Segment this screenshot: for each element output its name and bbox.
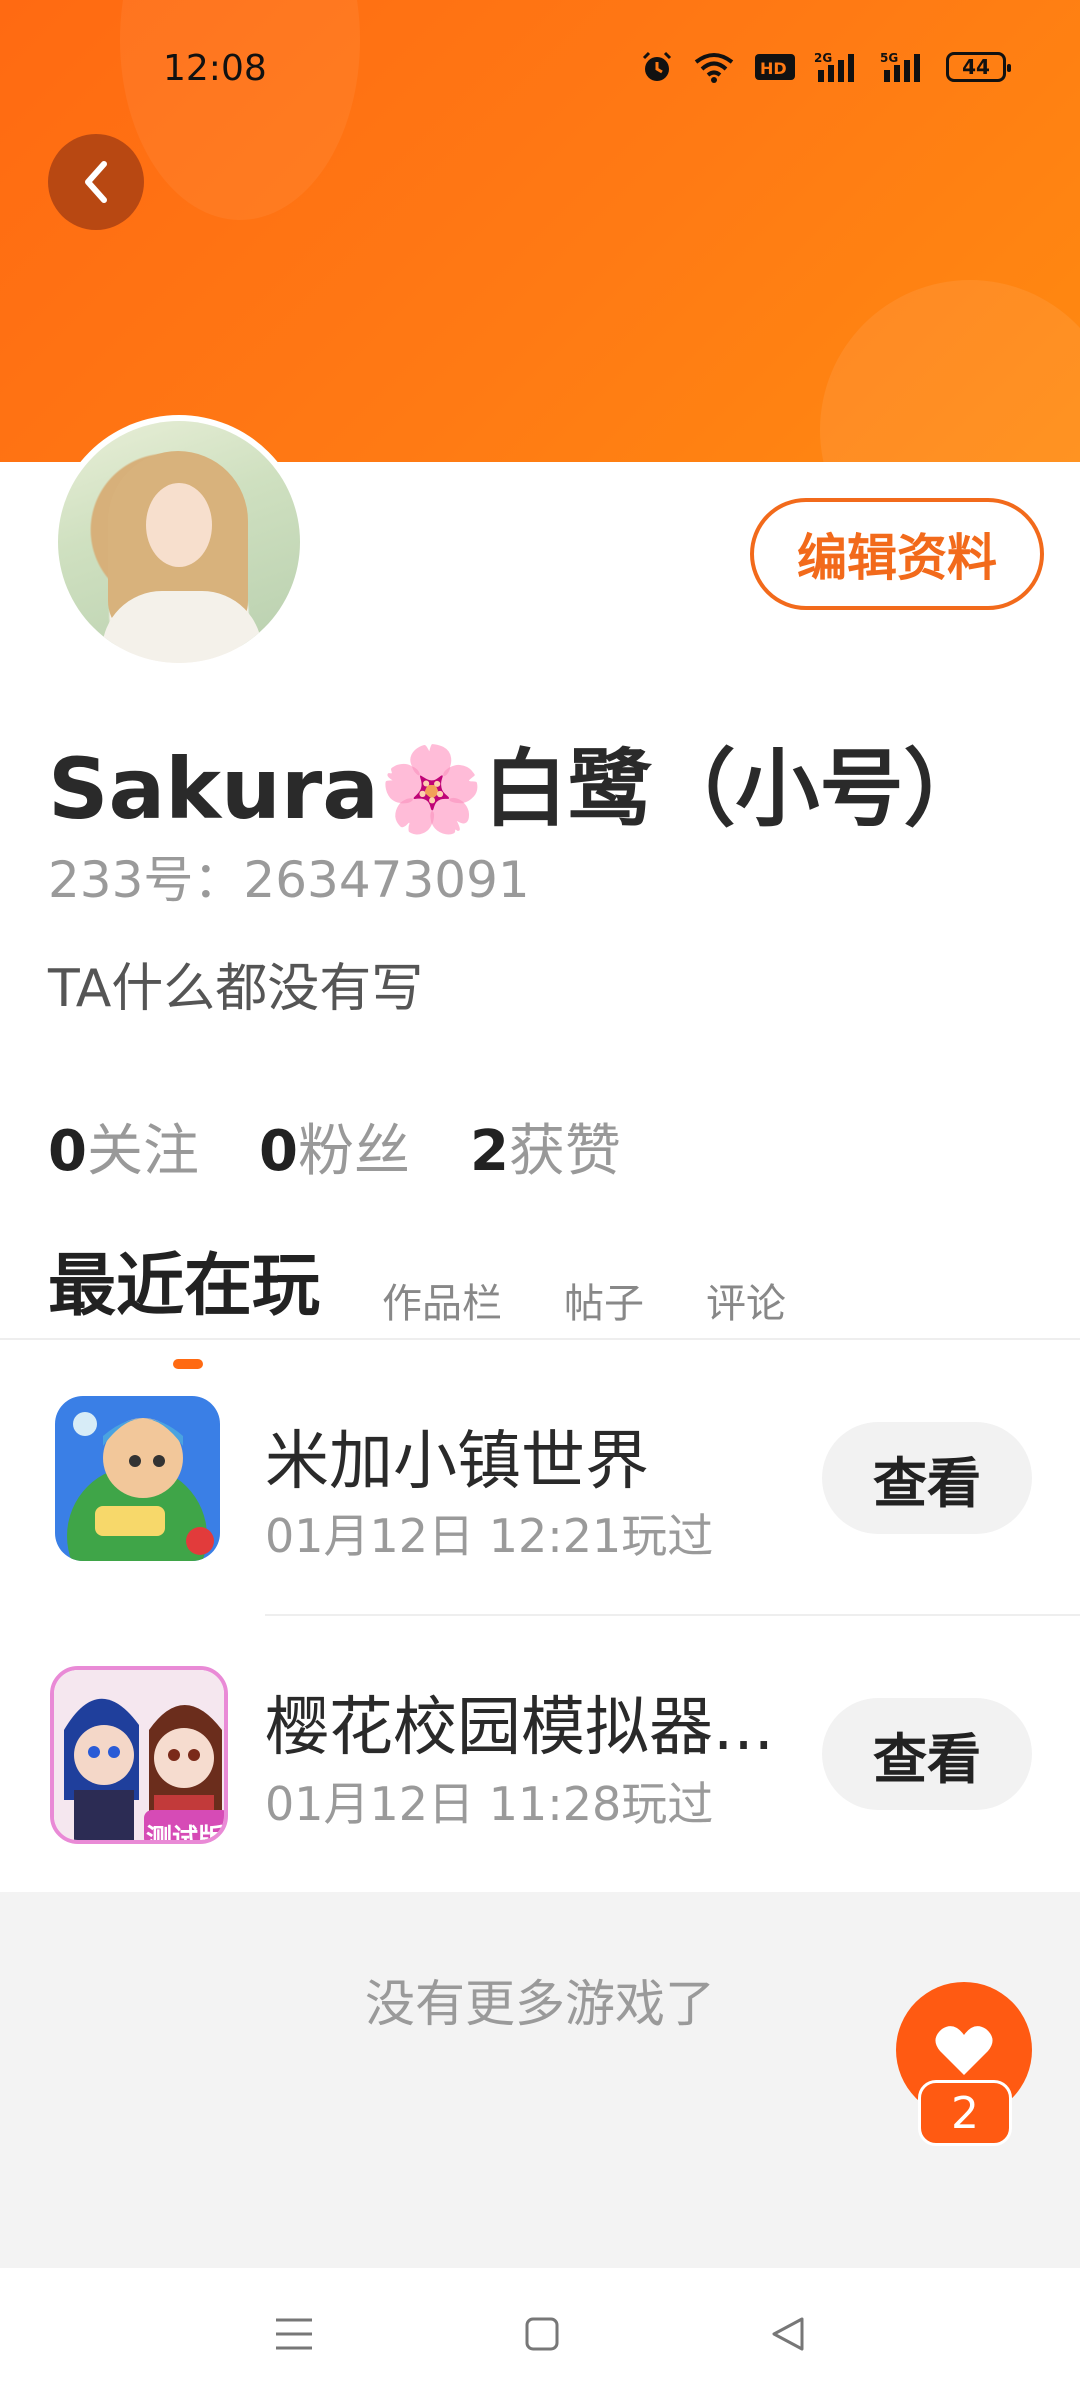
alarm-icon [642, 51, 672, 81]
divider [265, 1614, 1080, 1616]
back-triangle-icon[interactable] [770, 2315, 806, 2353]
following-label: 关注 [86, 1119, 199, 1184]
signal-2g-icon: 2G [814, 51, 854, 82]
toca-world-icon [55, 1396, 220, 1561]
view-button[interactable]: 查看 [822, 1698, 1032, 1810]
stat-likes[interactable]: 2获赞 [470, 1106, 621, 1187]
avatar-image [58, 421, 300, 663]
game-title: 樱花校园模拟器... [265, 1691, 775, 1765]
system-nav-bar [0, 2268, 1080, 2400]
game-played-time: 01月12日 11:28玩过 [265, 1777, 714, 1831]
list-item[interactable]: 米加小镇世界 01月12日 12:21玩过 查看 [0, 1360, 1080, 1590]
chevron-left-icon [85, 161, 107, 203]
svg-text:HD: HD [760, 59, 787, 78]
stat-fans[interactable]: 0粉丝 [259, 1106, 410, 1187]
likes-label: 获赞 [508, 1119, 621, 1184]
tab-works[interactable]: 作品栏 [382, 1271, 502, 1337]
svg-text:2G: 2G [814, 51, 832, 65]
status-time: 12:08 [163, 48, 267, 89]
menu-icon[interactable] [274, 2316, 314, 2352]
heart-icon [935, 2026, 993, 2075]
status-bar: 12:08 HD 2G 5G 44 [0, 0, 1080, 140]
sakura-school-icon: 测试版 [50, 1666, 228, 1844]
battery-icon: 44 [946, 52, 1011, 82]
tab-recently-played[interactable]: 最近在玩 [48, 1230, 320, 1369]
user-id[interactable]: 233号：263473091 [48, 840, 530, 912]
status-icons: HD 2G 5G 44 [640, 50, 1011, 84]
edit-profile-button[interactable]: 编辑资料 [750, 498, 1044, 610]
stat-following[interactable]: 0关注 [48, 1106, 199, 1187]
tab-comments[interactable]: 评论 [706, 1271, 786, 1337]
back-button[interactable] [48, 134, 144, 230]
battery-level: 44 [962, 55, 990, 79]
svg-text:5G: 5G [880, 51, 898, 65]
like-count-badge: 2 [918, 2080, 1012, 2146]
game-played-time: 01月12日 12:21玩过 [265, 1509, 714, 1563]
banner-decoration [820, 280, 1080, 462]
likes-count: 2 [469, 1119, 509, 1184]
user-bio: TA什么都没有写 [48, 959, 424, 1019]
hd-icon: HD [755, 54, 795, 80]
view-button[interactable]: 查看 [822, 1422, 1032, 1534]
avatar[interactable] [52, 415, 306, 669]
following-count: 0 [48, 1119, 87, 1184]
fans-count: 0 [258, 1119, 298, 1184]
stats-row: 0关注 0粉丝 2获赞 [48, 1106, 621, 1187]
signal-5g-icon: 5G [880, 51, 920, 82]
profile-tabs: 最近在玩 作品栏 帖子 评论 [48, 1230, 786, 1369]
home-square-icon[interactable] [524, 2316, 560, 2352]
list-item[interactable]: 测试版 樱花校园模拟器... 01月12日 11:28玩过 查看 [0, 1632, 1080, 1862]
wifi-icon [694, 53, 734, 83]
tab-posts[interactable]: 帖子 [564, 1271, 644, 1337]
fans-label: 粉丝 [297, 1119, 410, 1184]
user-name: Sakura🌸白鹭（小号） [48, 740, 988, 838]
test-version-badge: 测试版 [146, 1824, 225, 1844]
divider [0, 1338, 1080, 1340]
game-title: 米加小镇世界 [265, 1425, 649, 1499]
